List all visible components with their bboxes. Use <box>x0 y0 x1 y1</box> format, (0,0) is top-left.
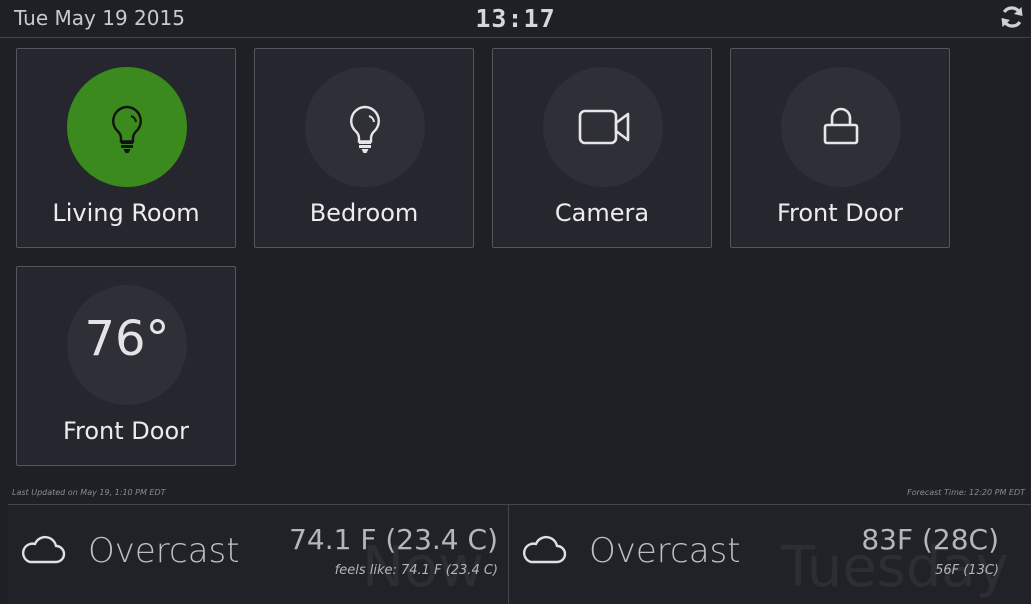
refresh-icon[interactable] <box>999 4 1025 30</box>
forecast-time-note: Forecast Time: 12:20 PM EDT <box>907 488 1025 497</box>
tile-label: Bedroom <box>309 199 419 227</box>
cloud-icon <box>521 535 567 569</box>
forecast-condition: Overcast <box>589 531 741 571</box>
current-temperature: 74.1 F (23.4 C) <box>289 523 498 556</box>
lock-icon <box>823 107 859 145</box>
tile-label: Front Door <box>62 417 190 445</box>
light-status-circle <box>305 67 425 187</box>
forecast-low: 56F (13C) <box>935 563 999 578</box>
feels-like-temperature: feels like: 74.1 F (23.4 C) <box>334 563 498 578</box>
camera-circle <box>543 67 663 187</box>
clock: 13:17 <box>475 4 556 33</box>
tile-living-room[interactable]: Living Room <box>16 48 236 248</box>
last-updated-note: Last Updated on May 19, 1:10 PM EDT <box>12 488 166 497</box>
tile-label: Camera <box>554 199 650 227</box>
current-condition: Overcast <box>88 531 240 571</box>
lock-circle <box>781 67 901 187</box>
weather-now-panel: Now Overcast 74.1 F (23.4 C) feels like:… <box>8 505 508 604</box>
weather-forecast-panel: Tuesday Overcast 83F (28C) 56F (13C) <box>509 505 1031 604</box>
header-bar: Tue May 19 2015 13:17 <box>0 0 1031 38</box>
dashboard: Tue May 19 2015 13:17 Living Room Bedroo… <box>0 0 1031 604</box>
forecast-high: 83F (28C) <box>861 523 999 556</box>
tile-label: Living Room <box>52 199 200 227</box>
tile-front-door-temperature[interactable]: 76° Front Door <box>16 266 236 466</box>
weather-bar: Now Overcast 74.1 F (23.4 C) feels like:… <box>8 504 1031 604</box>
light-status-circle <box>67 67 187 187</box>
lightbulb-icon <box>350 105 380 153</box>
tile-label: Front Door <box>776 199 904 227</box>
lightbulb-icon <box>112 105 142 153</box>
temperature-value: 76° <box>84 311 170 367</box>
tile-front-door-lock[interactable]: Front Door <box>730 48 950 248</box>
temperature-circle: 76° <box>67 285 187 405</box>
tile-camera[interactable]: Camera <box>492 48 712 248</box>
video-camera-icon <box>578 109 630 145</box>
cloud-icon <box>20 535 66 569</box>
tile-bedroom[interactable]: Bedroom <box>254 48 474 248</box>
